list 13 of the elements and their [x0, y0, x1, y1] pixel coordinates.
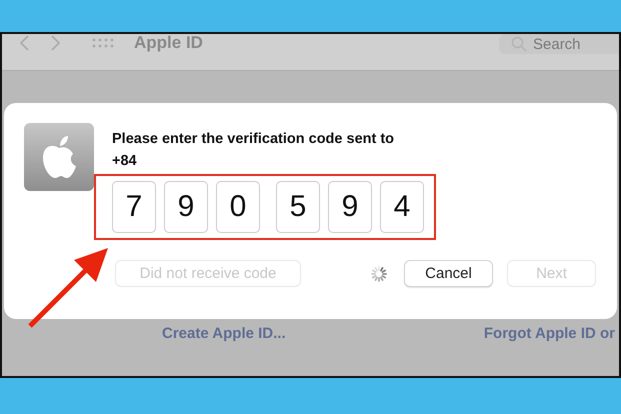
code-digit-field[interactable]: 4	[380, 181, 424, 233]
apple-logo-icon	[24, 123, 94, 191]
code-digit-field[interactable]: 7	[112, 181, 156, 233]
dialog-button[interactable]: Cancel	[404, 260, 493, 287]
search-field[interactable]: Search	[499, 34, 619, 54]
window-title: Apple ID	[134, 34, 203, 53]
code-digit-field[interactable]: 9	[328, 181, 372, 233]
phone-number: +84	[112, 153, 138, 169]
code-digit-field[interactable]: 0	[216, 181, 260, 233]
dialog-message: Please enter the verification code sent to	[112, 131, 396, 147]
code-digit-field[interactable]: 9	[164, 181, 208, 233]
code-digit-field[interactable]: 5	[276, 181, 320, 233]
grid-icon[interactable]	[92, 38, 116, 48]
